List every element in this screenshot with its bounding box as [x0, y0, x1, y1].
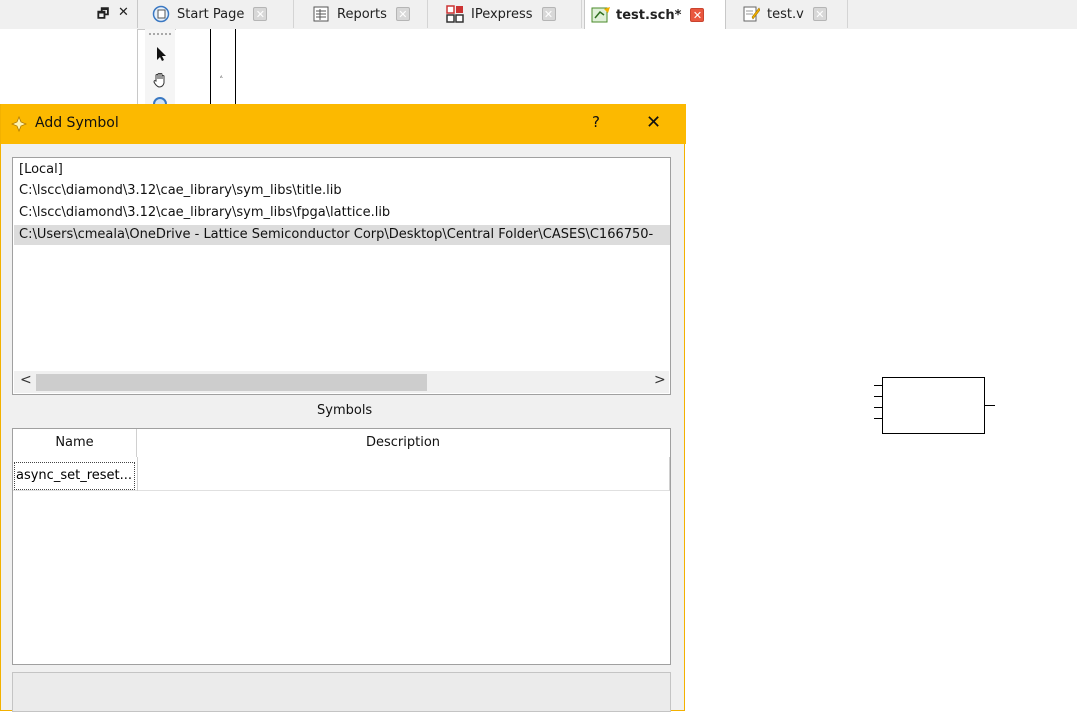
scroll-right-icon[interactable]: >	[654, 372, 666, 388]
dock-panel-header: 🗗 ✕	[0, 0, 138, 28]
help-button[interactable]: ?	[592, 113, 600, 131]
symbol-name-cell[interactable]: async_set_reset...	[14, 462, 135, 490]
verilog-file-icon	[742, 5, 761, 23]
tab-label: Start Page	[177, 6, 245, 22]
add-symbol-icon	[10, 115, 28, 133]
tab-start-page[interactable]: Start Page ✕	[146, 0, 294, 28]
scroll-left-icon[interactable]: <	[20, 372, 32, 388]
symbol-input-pin	[874, 407, 882, 408]
toolbar-grip[interactable]	[149, 33, 171, 37]
symbol-input-pin	[874, 385, 882, 386]
tab-close-icon[interactable]: ✕	[690, 8, 705, 22]
tab-test-v[interactable]: test.v ✕	[736, 0, 848, 28]
sheet-border-line	[235, 29, 236, 109]
ipexpress-icon	[446, 5, 464, 23]
document-tab-bar: 🗗 ✕ Start Page ✕ Reports ✕ IPexpress ✕ t…	[0, 0, 1077, 30]
dialog-title: Add Symbol	[35, 115, 119, 131]
library-list[interactable]: [Local] C:\lscc\diamond\3.12\cae_library…	[12, 157, 671, 395]
tab-close-icon[interactable]: ✕	[253, 7, 268, 21]
library-item[interactable]: C:\lscc\diamond\3.12\cae_library\sym_lib…	[14, 203, 390, 223]
start-page-icon	[152, 5, 170, 23]
panel-close-icon[interactable]: ✕	[118, 5, 129, 20]
float-window-icon[interactable]: 🗗	[97, 5, 109, 27]
tab-label: Reports	[337, 6, 387, 22]
sheet-border-line	[210, 29, 211, 109]
library-item[interactable]: [Local]	[14, 160, 63, 180]
symbol-output-pin	[985, 405, 995, 406]
symbol-input-pin	[874, 418, 882, 419]
tab-label: IPexpress	[471, 6, 533, 22]
select-arrow-icon[interactable]	[151, 45, 169, 63]
close-button[interactable]: ✕	[646, 112, 661, 133]
symbol-input-pin	[874, 396, 882, 397]
tab-reports[interactable]: Reports ✕	[306, 0, 428, 28]
add-symbol-dialog: Add Symbol ? ✕ [Local] C:\lscc\diamond\3…	[0, 104, 686, 712]
column-header-name[interactable]: Name	[13, 429, 137, 457]
schematic-icon	[591, 6, 610, 24]
tab-close-icon[interactable]: ✕	[812, 7, 827, 21]
tab-ipexpress[interactable]: IPexpress ✕	[440, 0, 582, 28]
tab-test-sch[interactable]: test.sch* ✕	[584, 0, 726, 30]
sheet-zone-marker: ᴬ	[220, 75, 223, 82]
table-row[interactable]: async_set_reset...	[13, 457, 670, 491]
tab-label: test.sch*	[616, 7, 682, 23]
library-item[interactable]: C:\lscc\diamond\3.12\cae_library\sym_lib…	[14, 181, 342, 201]
schematic-symbol-block[interactable]	[882, 377, 985, 434]
scrollbar-thumb[interactable]	[36, 374, 427, 391]
symbol-preview-panel	[12, 672, 671, 712]
reports-icon	[312, 5, 330, 23]
symbols-table: Name Description async_set_reset...	[12, 428, 671, 665]
column-header-description[interactable]: Description	[137, 429, 669, 457]
symbols-section-label: Symbols	[317, 403, 373, 418]
tab-close-icon[interactable]: ✕	[541, 7, 556, 21]
library-item-selected[interactable]: C:\Users\cmeala\OneDrive - Lattice Semic…	[14, 225, 670, 245]
tab-close-icon[interactable]: ✕	[395, 7, 410, 21]
library-list-hscrollbar[interactable]: < >	[14, 371, 669, 393]
pan-hand-icon[interactable]	[151, 71, 169, 89]
column-divider	[137, 457, 138, 491]
tab-label: test.v	[767, 6, 804, 22]
dialog-title-bar[interactable]: Add Symbol ? ✕	[1, 104, 686, 144]
